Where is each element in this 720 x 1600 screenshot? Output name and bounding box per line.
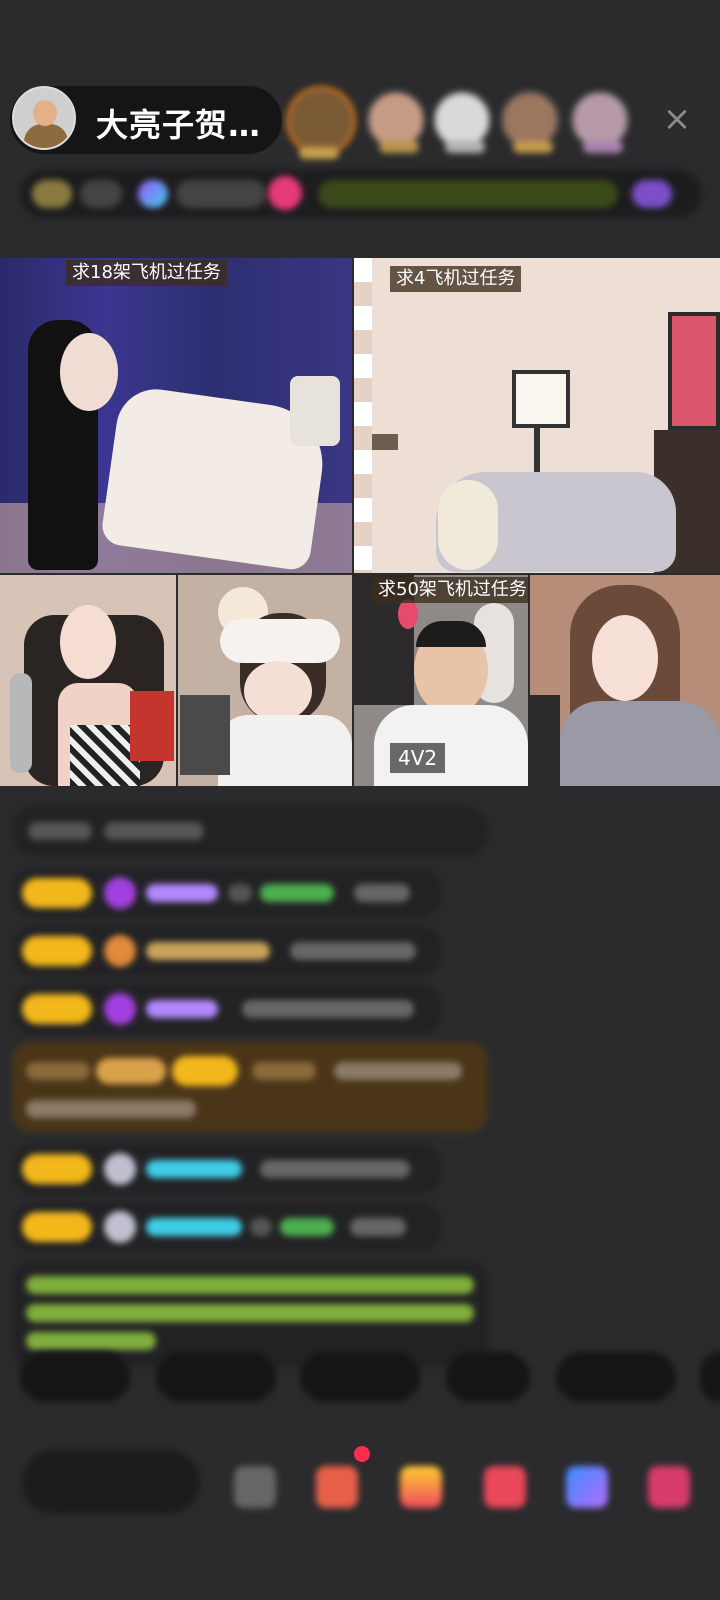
chat-message-notice <box>12 806 488 856</box>
share-icon[interactable] <box>566 1466 608 1508</box>
avatar-icon <box>104 1153 136 1185</box>
gem-icon <box>104 877 136 909</box>
user-level-badge <box>22 936 92 966</box>
tile-1-caption: 求18架飞机过任务 <box>66 260 227 286</box>
lottery-icon[interactable] <box>400 1466 442 1508</box>
quick-reply-6[interactable] <box>700 1352 720 1402</box>
close-icon[interactable]: × <box>660 102 694 136</box>
gem-icon <box>104 935 136 967</box>
top-viewer-avatar-2[interactable] <box>366 90 426 153</box>
notification-dot <box>354 1446 370 1462</box>
quick-reply-4[interactable] <box>446 1352 530 1402</box>
user-level-badge <box>22 1212 92 1242</box>
chat-input[interactable] <box>22 1450 200 1514</box>
user-level-badge <box>22 994 92 1024</box>
heart-icon[interactable] <box>268 176 302 210</box>
video-tile-4[interactable] <box>178 575 352 786</box>
top-viewer-avatar-3[interactable] <box>432 90 492 153</box>
gem-icon <box>104 993 136 1025</box>
user-level-badge <box>22 878 92 908</box>
fan-club-icon[interactable] <box>316 1466 358 1508</box>
host-avatar[interactable] <box>12 86 76 150</box>
more-chip[interactable] <box>632 180 672 208</box>
video-tile-6[interactable] <box>530 575 720 786</box>
emoji-icon[interactable] <box>234 1466 276 1508</box>
pk-mode-badge: 4V2 <box>390 743 446 773</box>
top-viewer-avatar-5[interactable] <box>570 90 630 153</box>
chat-message-5[interactable] <box>12 1202 442 1252</box>
top-viewer-avatar-4[interactable] <box>500 90 560 153</box>
quick-reply-5[interactable] <box>556 1352 676 1402</box>
video-tile-1[interactable]: 求18架飞机过任务 <box>0 258 352 573</box>
chat-message-highlight[interactable] <box>12 1042 488 1132</box>
quick-reply-3[interactable] <box>300 1352 420 1402</box>
task-chip[interactable] <box>318 180 618 208</box>
tile-5-caption: 求50架飞机过任务 <box>372 577 528 603</box>
rank-text <box>80 180 122 208</box>
more-icon[interactable] <box>648 1466 690 1508</box>
tile-2-caption: 求4飞机过任务 <box>390 266 522 292</box>
chat-system-notice <box>12 1262 488 1366</box>
rank-badge[interactable] <box>32 180 72 208</box>
video-tile-5[interactable]: 求50架飞机过任务 4V2 <box>354 575 528 786</box>
chat-message-2[interactable] <box>12 926 442 976</box>
avatar-icon <box>104 1211 136 1243</box>
top-viewer-avatar-1[interactable] <box>286 86 356 159</box>
chat-message-4[interactable] <box>12 1144 442 1194</box>
quick-reply-2[interactable] <box>156 1352 276 1402</box>
chat-message-3[interactable] <box>12 984 442 1034</box>
video-tile-3[interactable] <box>0 575 176 786</box>
chat-message-1[interactable] <box>12 868 442 918</box>
user-level-badge <box>22 1154 92 1184</box>
quick-reply-1[interactable] <box>20 1352 130 1402</box>
planet-icon[interactable] <box>138 180 168 208</box>
planet-text <box>176 180 266 208</box>
gift-icon[interactable] <box>484 1466 526 1508</box>
host-name[interactable]: 大亮子贺… <box>96 100 261 146</box>
video-tile-2[interactable]: 求4飞机过任务 <box>354 258 720 573</box>
